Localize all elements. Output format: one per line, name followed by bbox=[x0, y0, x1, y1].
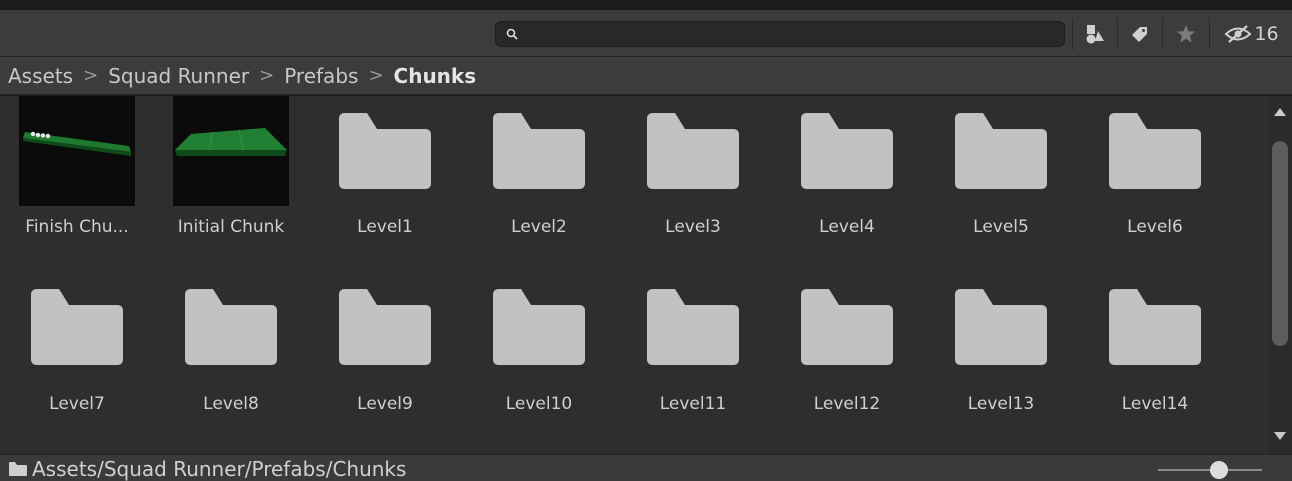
folder-icon bbox=[185, 289, 277, 365]
scroll-down-arrow-icon[interactable] bbox=[1274, 432, 1286, 440]
asset-grid: Finish Chu... Initial Chunk Level1 Level… bbox=[0, 96, 1268, 454]
folder-icon bbox=[339, 289, 431, 365]
filter-by-label-button[interactable] bbox=[1117, 18, 1162, 50]
asset-label: Level6 bbox=[1127, 217, 1183, 237]
asset-label: Level9 bbox=[357, 394, 413, 414]
asset-item-prefab[interactable]: Finish Chu... bbox=[0, 96, 154, 246]
asset-label: Level12 bbox=[813, 394, 881, 414]
folder-icon bbox=[801, 289, 893, 365]
asset-label: Level8 bbox=[203, 394, 259, 414]
search-input[interactable] bbox=[495, 21, 1065, 47]
asset-label: Finish Chu... bbox=[25, 217, 129, 237]
asset-item-folder[interactable]: Level2 bbox=[462, 96, 616, 246]
folder-icon bbox=[1109, 289, 1201, 365]
folder-icon bbox=[1109, 113, 1201, 189]
scroll-up-arrow-icon[interactable] bbox=[1274, 108, 1286, 116]
breadcrumb-current[interactable]: Chunks bbox=[394, 64, 477, 88]
asset-item-folder[interactable]: Level1 bbox=[308, 96, 462, 246]
asset-label: Level14 bbox=[1121, 394, 1189, 414]
folder-icon bbox=[493, 113, 585, 189]
status-bar: Assets/Squad Runner/Prefabs/Chunks bbox=[0, 454, 1292, 481]
search-icon bbox=[506, 28, 518, 40]
asset-label: Level13 bbox=[967, 394, 1035, 414]
asset-item-folder[interactable]: Level13 bbox=[924, 274, 1078, 424]
asset-label: Level3 bbox=[665, 217, 721, 237]
project-toolbar: 16 bbox=[0, 10, 1292, 57]
breadcrumb-squad-runner[interactable]: Squad Runner bbox=[108, 64, 249, 88]
folder-icon bbox=[955, 289, 1047, 365]
asset-label: Level5 bbox=[973, 217, 1029, 237]
asset-item-folder[interactable]: Level6 bbox=[1078, 96, 1232, 246]
prefab-thumbnail bbox=[19, 96, 135, 206]
asset-item-folder[interactable]: Level11 bbox=[616, 274, 770, 424]
folder-icon bbox=[955, 113, 1047, 189]
folder-icon bbox=[493, 289, 585, 365]
asset-item-folder[interactable]: Level3 bbox=[616, 96, 770, 246]
hidden-count: 16 bbox=[1254, 23, 1279, 45]
asset-label: Level11 bbox=[659, 394, 727, 414]
hidden-packages-toggle[interactable]: 16 bbox=[1209, 18, 1292, 50]
asset-item-prefab[interactable]: Initial Chunk bbox=[154, 96, 308, 246]
asset-item-folder[interactable]: Level7 bbox=[0, 274, 154, 424]
breadcrumb-separator: > bbox=[83, 65, 99, 86]
asset-item-folder[interactable]: Level12 bbox=[770, 274, 924, 424]
folder-icon bbox=[9, 462, 27, 476]
asset-item-folder[interactable]: Level8 bbox=[154, 274, 308, 424]
folder-icon bbox=[647, 289, 739, 365]
folder-icon bbox=[647, 113, 739, 189]
selected-path: Assets/Squad Runner/Prefabs/Chunks bbox=[32, 457, 407, 481]
asset-item-folder[interactable]: Level4 bbox=[770, 96, 924, 246]
type-filter-icon bbox=[1086, 25, 1104, 44]
asset-label: Level7 bbox=[49, 394, 105, 414]
asset-item-folder[interactable]: Level5 bbox=[924, 96, 1078, 246]
folder-icon bbox=[339, 113, 431, 189]
breadcrumb: Assets > Squad Runner > Prefabs > Chunks bbox=[0, 57, 1292, 95]
asset-item-folder[interactable]: Level14 bbox=[1078, 274, 1232, 424]
asset-label: Level10 bbox=[505, 394, 573, 414]
asset-label: Level1 bbox=[357, 217, 413, 237]
asset-label: Level2 bbox=[511, 217, 567, 237]
hidden-eye-icon bbox=[1224, 25, 1252, 43]
favorite-star-icon bbox=[1177, 25, 1195, 43]
folder-icon bbox=[801, 113, 893, 189]
breadcrumb-prefabs[interactable]: Prefabs bbox=[284, 64, 358, 88]
prefab-thumbnail bbox=[173, 96, 289, 206]
label-filter-icon bbox=[1132, 27, 1147, 42]
folder-icon bbox=[31, 289, 123, 365]
asset-item-folder[interactable]: Level9 bbox=[308, 274, 462, 424]
breadcrumb-separator: > bbox=[259, 65, 275, 86]
asset-item-folder[interactable]: Level10 bbox=[462, 274, 616, 424]
zoom-slider-knob[interactable] bbox=[1210, 461, 1228, 479]
asset-label: Initial Chunk bbox=[177, 217, 285, 237]
favorites-button[interactable] bbox=[1162, 18, 1209, 50]
breadcrumb-assets[interactable]: Assets bbox=[8, 64, 73, 88]
breadcrumb-separator: > bbox=[368, 65, 384, 86]
asset-label: Level4 bbox=[819, 217, 875, 237]
vertical-scrollbar[interactable] bbox=[1268, 96, 1292, 454]
scrollbar-thumb[interactable] bbox=[1272, 141, 1288, 346]
filter-by-type-button[interactable] bbox=[1072, 18, 1117, 50]
